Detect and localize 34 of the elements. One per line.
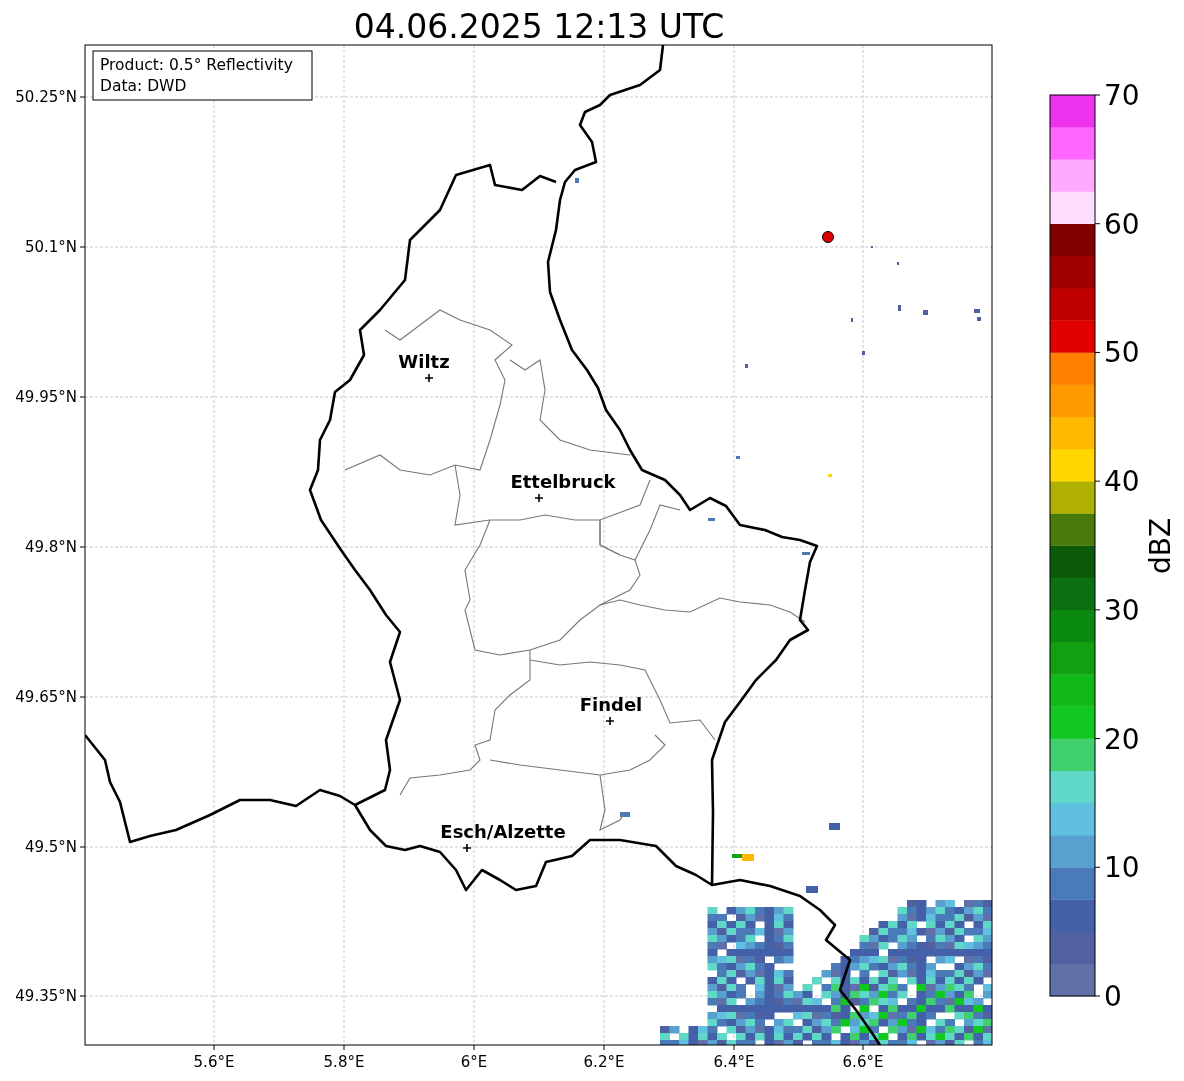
longitude-label: 5.8°E xyxy=(323,1053,365,1071)
colorbar-tick-label: 30 xyxy=(1104,593,1140,627)
longitude-label: 5.6°E xyxy=(193,1053,235,1071)
city-marker-icon xyxy=(534,493,544,503)
latitude-label: 49.65°N xyxy=(15,688,77,706)
chart-title: 04.06.2025 12:13 UTC xyxy=(353,7,725,46)
latitude-label: 49.5°N xyxy=(24,838,77,856)
longitude-label: 6.6°E xyxy=(842,1053,884,1071)
city-label: Ettelbruck xyxy=(510,471,616,492)
city-marker-icon xyxy=(424,373,434,383)
city-marker-icon xyxy=(605,716,615,726)
latitude-label: 49.95°N xyxy=(15,388,77,406)
city-marker-icon xyxy=(462,843,472,853)
colorbar-tick-label: 40 xyxy=(1104,465,1140,499)
latitude-label: 49.35°N xyxy=(15,987,77,1005)
colorbar-tick-label: 20 xyxy=(1104,722,1140,756)
colorbar-tick-label: 70 xyxy=(1104,79,1140,112)
colorbar-tick-label: 60 xyxy=(1104,207,1140,241)
info-text: Data: DWD xyxy=(100,77,187,95)
latitude-label: 50.25°N xyxy=(15,88,77,106)
colorbar-label: dBZ xyxy=(1144,517,1177,575)
city-label: Findel xyxy=(579,694,643,715)
colorbar-tick-label: 10 xyxy=(1104,851,1140,885)
city-label: Wiltz xyxy=(398,351,450,372)
longitude-label: 6.4°E xyxy=(713,1053,755,1071)
colorbar-tick-label: 50 xyxy=(1104,336,1140,370)
info-text: Product: 0.5° Reflectivity xyxy=(100,56,293,74)
longitude-label: 6.2°E xyxy=(583,1053,625,1071)
longitude-label: 6°E xyxy=(460,1053,488,1071)
radar-site-marker xyxy=(822,231,834,243)
latitude-label: 49.8°N xyxy=(24,538,77,556)
latitude-label: 50.1°N xyxy=(24,238,77,256)
city-label: Esch/Alzette xyxy=(440,821,566,842)
colorbar-tick-label: 0 xyxy=(1104,980,1122,1013)
